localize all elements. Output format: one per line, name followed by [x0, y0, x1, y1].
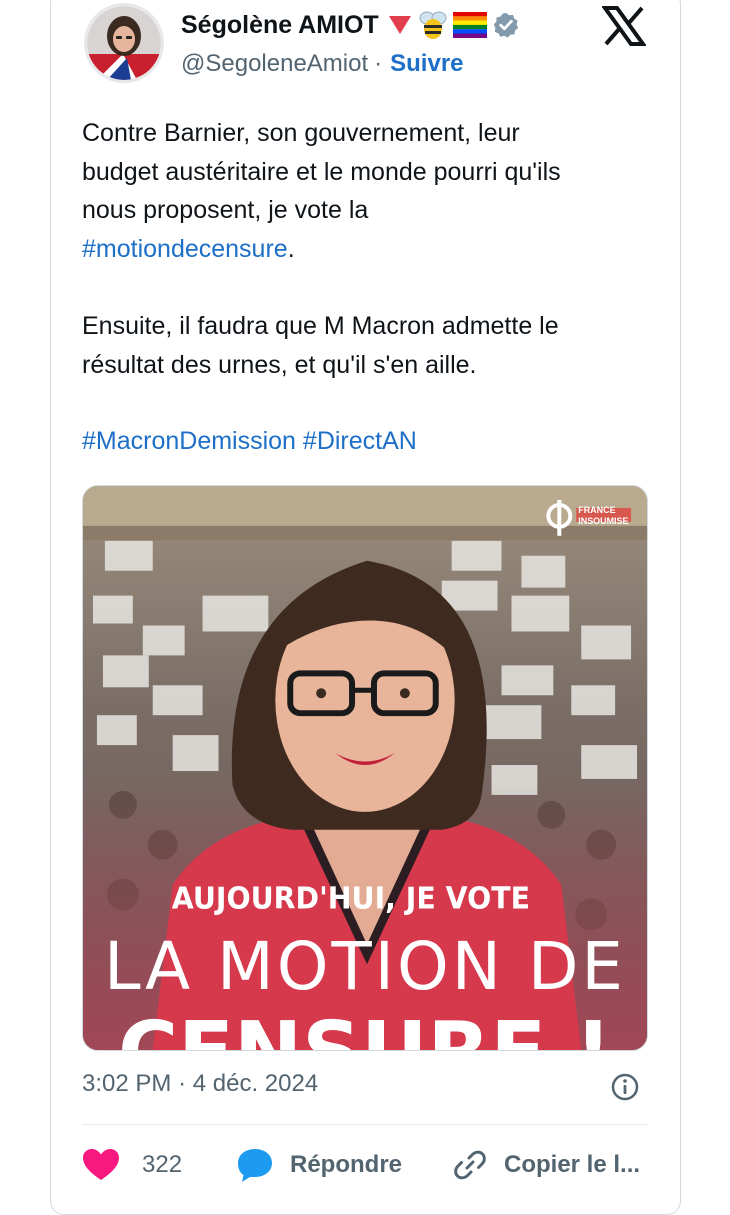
tweet-hashtags: #MacronDemission #DirectAN: [82, 422, 642, 461]
hashtag-motiondecensure[interactable]: #motiondecensure: [82, 235, 288, 263]
logo-line-2: INSOUMISE: [578, 516, 628, 526]
author-handle[interactable]: @SegoleneAmiot: [181, 50, 368, 78]
tweet-line: #motiondecensure.: [82, 230, 642, 269]
author-row: Ségolène AMIOT: [181, 8, 520, 42]
poster-caption-line-1: AUJOURD'HUI, JE VOTE: [172, 881, 530, 916]
rainbow-flag-icon: [452, 12, 487, 38]
tweet-line: Ensuite, il faudra que M Macron admette …: [82, 312, 559, 340]
bee-icon: [419, 11, 447, 39]
tweet-line: nous proposent, je vote la: [82, 196, 369, 224]
copy-link-button[interactable]: Copier le l...: [452, 1143, 640, 1187]
hashtag-directan[interactable]: #DirectAN: [303, 427, 417, 455]
tweet-line: budget austéritaire et le monde pourri q…: [82, 157, 561, 186]
heart-icon: [83, 1149, 119, 1180]
like-count: 322: [142, 1151, 183, 1178]
tweet-paragraph-1: Contre Barnier, son gouvernement, leur b…: [82, 114, 642, 268]
tweet-actions: 322 Répondre Copier le l...: [82, 1143, 662, 1187]
handle-separator: ·: [374, 50, 383, 77]
tweet-media-image[interactable]: FRANCE INSOUMISE AUJOURD'HUI, JE VOTE LA…: [82, 485, 648, 1051]
link-icon: [454, 1150, 486, 1180]
avatar-image: [87, 6, 161, 80]
triangle-icon: [388, 16, 411, 34]
tweet-line: Contre Barnier, son gouvernement, leur: [82, 119, 520, 147]
info-icon[interactable]: [610, 1072, 640, 1102]
handle-row: @SegoleneAmiot · Suivre: [181, 50, 464, 78]
tweet-time: 3:02 PM: [82, 1070, 172, 1097]
tweet-date: 4 déc. 2024: [192, 1070, 319, 1097]
tweet-paragraph-2: Ensuite, il faudra que M Macron admette …: [82, 307, 642, 384]
actions-divider: [82, 1124, 648, 1125]
media-poster: FRANCE INSOUMISE AUJOURD'HUI, JE VOTE LA…: [83, 486, 647, 1050]
reply-button[interactable]: Répondre: [236, 1143, 402, 1187]
tweet-punctuation: .: [287, 234, 295, 263]
logo-line-1: FRANCE: [578, 505, 615, 515]
copy-link-label: Copier le l...: [504, 1151, 641, 1178]
tweet-line: résultat des urnes, et qu'il s'en aille.: [82, 350, 477, 379]
author-name[interactable]: Ségolène AMIOT: [181, 11, 379, 40]
x-logo-icon[interactable]: [602, 6, 646, 46]
avatar[interactable]: [84, 3, 164, 83]
verified-badge-icon: [493, 12, 518, 38]
like-button[interactable]: 322: [82, 1143, 182, 1187]
poster-caption-line-3: CENSURE !: [118, 1005, 612, 1050]
reply-bubble-icon: [238, 1149, 272, 1182]
author-emoji-badges: [387, 9, 520, 41]
tweet-timestamp[interactable]: 3:02 PM · 4 déc. 2024: [82, 1070, 318, 1098]
reply-label: Répondre: [290, 1151, 403, 1178]
follow-button[interactable]: Suivre: [390, 50, 463, 78]
poster-caption-line-2: LA MOTION DE: [104, 928, 626, 1005]
hashtag-macrondemission[interactable]: #MacronDemission: [82, 427, 296, 455]
timestamp-separator: ·: [178, 1070, 187, 1097]
